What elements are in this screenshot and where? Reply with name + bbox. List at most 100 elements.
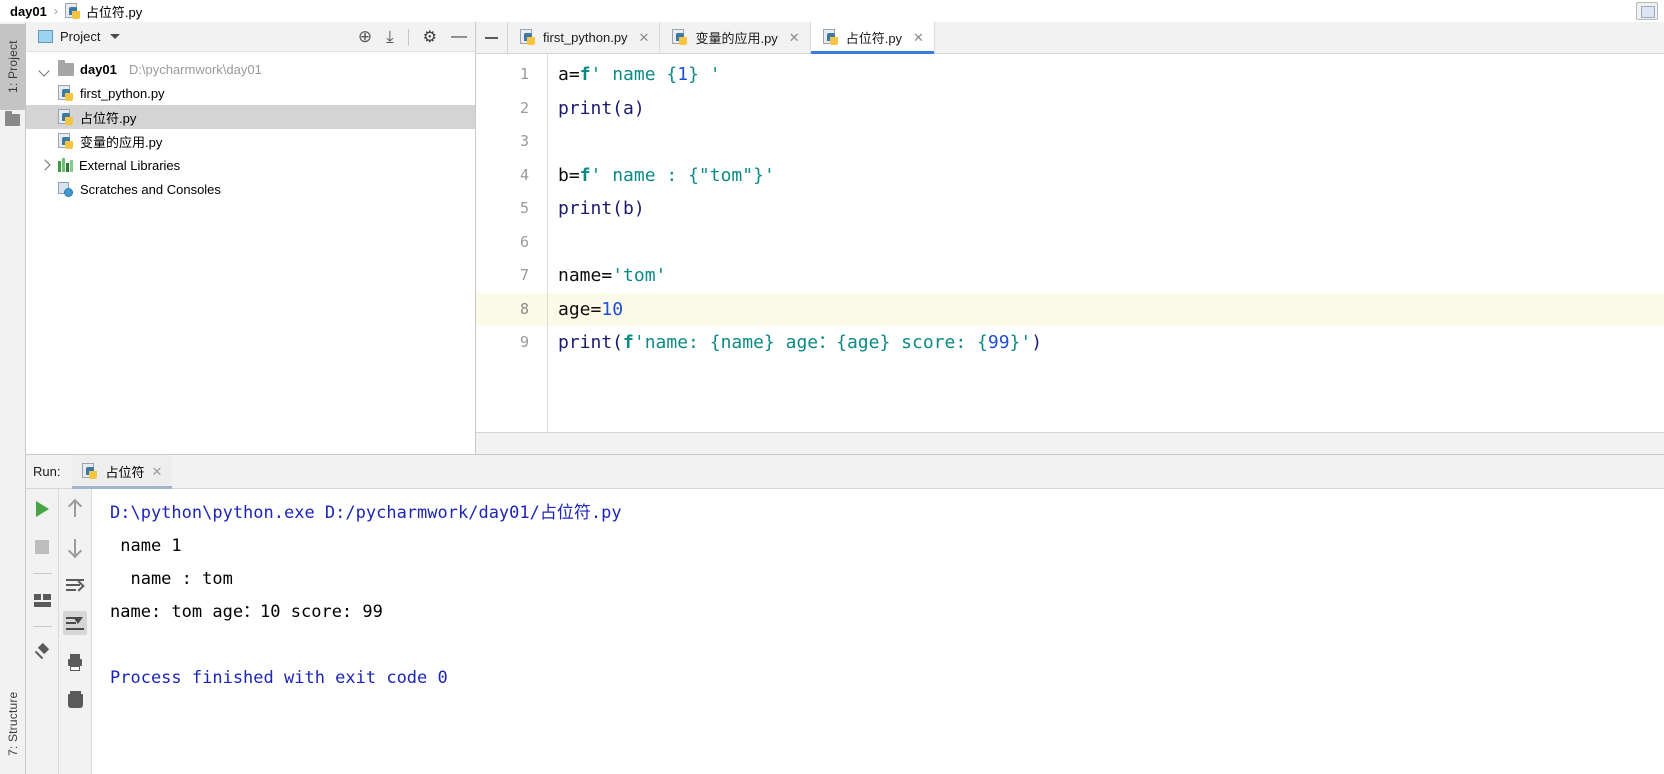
tree-item-external-libraries[interactable]: External Libraries	[26, 153, 475, 177]
breadcrumb-root[interactable]: day01	[10, 4, 47, 19]
project-tool-window: Project ⊕ ⤓ ⚙ — day01 D:\pycharmwork\day…	[26, 22, 476, 454]
console-output[interactable]: D:\python\python.exe D:/pycharmwork/day0…	[92, 489, 1664, 774]
tree-item-first-python[interactable]: first_python.py	[26, 81, 475, 105]
code-token: {	[977, 332, 988, 353]
folder-icon[interactable]	[5, 111, 20, 126]
code-token: f	[623, 332, 634, 353]
up-the-stack-button[interactable]	[63, 497, 87, 521]
code-line[interactable]: b=f' name : {"tom"}'	[548, 159, 1664, 193]
line-number-gutter[interactable]: 1 2 3 4 5 6 7 8 9	[476, 54, 548, 454]
tree-item-bianliang[interactable]: 变量的应用.py	[26, 129, 475, 153]
editor-bottom-strip	[476, 432, 1664, 454]
close-icon[interactable]: ✕	[151, 464, 162, 480]
code-token: }	[1009, 332, 1021, 353]
locate-icon[interactable]: ⊕	[358, 27, 372, 47]
run-panel-label: Run:	[33, 464, 61, 479]
chevron-right-icon[interactable]	[38, 158, 52, 172]
tab-bianliang[interactable]: 变量的应用.py ✕	[660, 22, 811, 53]
close-icon[interactable]: ✕	[639, 30, 650, 46]
clear-all-button[interactable]	[63, 687, 87, 711]
code-token: '	[1020, 332, 1032, 353]
code-line[interactable]: print(a)	[548, 92, 1664, 126]
code-line[interactable]: print(b)	[548, 192, 1664, 226]
tree-item-label: first_python.py	[80, 85, 165, 101]
python-file-icon	[520, 29, 536, 46]
python-file-icon	[82, 463, 98, 480]
hide-panel-icon[interactable]: —	[451, 28, 467, 46]
close-icon[interactable]: ✕	[789, 30, 800, 46]
line-number: 1	[519, 65, 529, 83]
project-window-icon	[38, 30, 53, 43]
minimize-icon[interactable]	[476, 22, 508, 53]
code-line[interactable]: print(f'name: {name} age：{age} score: {9…	[548, 326, 1664, 360]
python-file-icon	[822, 29, 839, 46]
line-number: 6	[519, 232, 529, 251]
run-tab-zhanweifu[interactable]: 占位符 ✕	[72, 454, 173, 489]
python-file-icon	[58, 84, 74, 102]
tree-item-label: 占位符.py	[80, 110, 137, 126]
breadcrumb-leaf[interactable]: 占位符.py	[64, 2, 142, 21]
code-token: name=	[558, 265, 613, 286]
python-file-icon	[672, 29, 688, 46]
tab-zhanweifu[interactable]: 占位符.py ✕	[810, 22, 935, 54]
code-token: age=	[558, 298, 602, 320]
editor-tab-bar: first_python.py ✕ 变量的应用.py ✕ 占位符.py ✕	[476, 22, 1664, 54]
code-editor[interactable]: 1 2 3 4 5 6 7 8 9 a=f' name {1} ' print(a…	[476, 54, 1664, 454]
line-number: 3	[519, 132, 529, 150]
toolbar-divider	[32, 626, 52, 627]
collapse-all-icon[interactable]: ⤓	[386, 27, 394, 47]
code-token: f	[579, 64, 591, 85]
code-text[interactable]: a=f' name {1} ' print(a) b=f' name : {"tom…	[548, 54, 1664, 454]
scratches-icon	[58, 181, 74, 197]
run-tool-window: Run: 占位符 ✕ D:\python\python.exe D:/pycha…	[26, 454, 1664, 774]
down-the-stack-button[interactable]	[63, 535, 87, 559]
soft-wrap-button[interactable]	[63, 573, 87, 597]
sidebar-item-structure[interactable]: 7: Structure	[0, 678, 26, 770]
line-number: 7	[519, 266, 529, 284]
tab-first-python[interactable]: first_python.py ✕	[508, 22, 661, 53]
close-icon[interactable]: ✕	[913, 30, 924, 46]
code-token: print(	[558, 332, 624, 353]
console-line: D:\python\python.exe D:/pycharmwork/day0…	[110, 503, 622, 523]
code-line[interactable]: age=10	[548, 292, 1664, 326]
tree-item-label: Scratches and Consoles	[80, 181, 221, 197]
trash-icon	[67, 690, 83, 708]
code-line[interactable]	[548, 125, 1664, 159]
console-line: name 1	[110, 536, 182, 556]
pin-icon	[33, 644, 51, 662]
project-panel-title: Project	[60, 29, 101, 44]
scroll-to-end-button[interactable]	[63, 611, 87, 635]
arrow-up-icon	[67, 500, 83, 518]
code-token: {name}	[709, 332, 775, 353]
print-button[interactable]	[63, 649, 87, 673]
line-number: 4	[519, 165, 529, 184]
run-button[interactable]	[30, 497, 54, 521]
python-file-icon	[58, 132, 74, 150]
code-line[interactable]: a=f' name {1} '	[548, 58, 1664, 92]
code-line[interactable]	[548, 226, 1664, 260]
stop-button[interactable]	[30, 535, 54, 559]
code-line[interactable]: name='tom'	[548, 259, 1664, 293]
python-file-icon	[58, 108, 74, 126]
tree-item-label: day01	[80, 61, 117, 77]
chevron-down-icon[interactable]	[110, 34, 121, 39]
code-token: print(b)	[558, 198, 645, 219]
tree-item-label: External Libraries	[79, 157, 181, 173]
console-line: name : tom	[110, 569, 233, 589]
python-file-icon	[64, 2, 81, 20]
code-token: {age}	[836, 332, 891, 353]
settings-gear-icon[interactable]: ⚙	[423, 27, 437, 47]
code-token: ' name :	[590, 164, 689, 186]
sidebar-item-project[interactable]: 1: Project	[0, 24, 26, 110]
pin-tab-button[interactable]	[30, 641, 54, 665]
layout-button[interactable]	[30, 588, 54, 612]
tree-item-day01[interactable]: day01 D:\pycharmwork\day01	[26, 57, 475, 81]
restore-window-icon[interactable]	[1636, 2, 1658, 20]
tree-item-zhanweifu[interactable]: 占位符.py	[26, 105, 475, 129]
code-token: '	[763, 164, 775, 186]
editor-area: first_python.py ✕ 变量的应用.py ✕ 占位符.py ✕ 1 …	[476, 22, 1664, 454]
tree-item-scratches[interactable]: Scratches and Consoles	[26, 177, 475, 201]
code-token: f	[579, 164, 591, 186]
chevron-down-icon[interactable]	[38, 62, 52, 76]
